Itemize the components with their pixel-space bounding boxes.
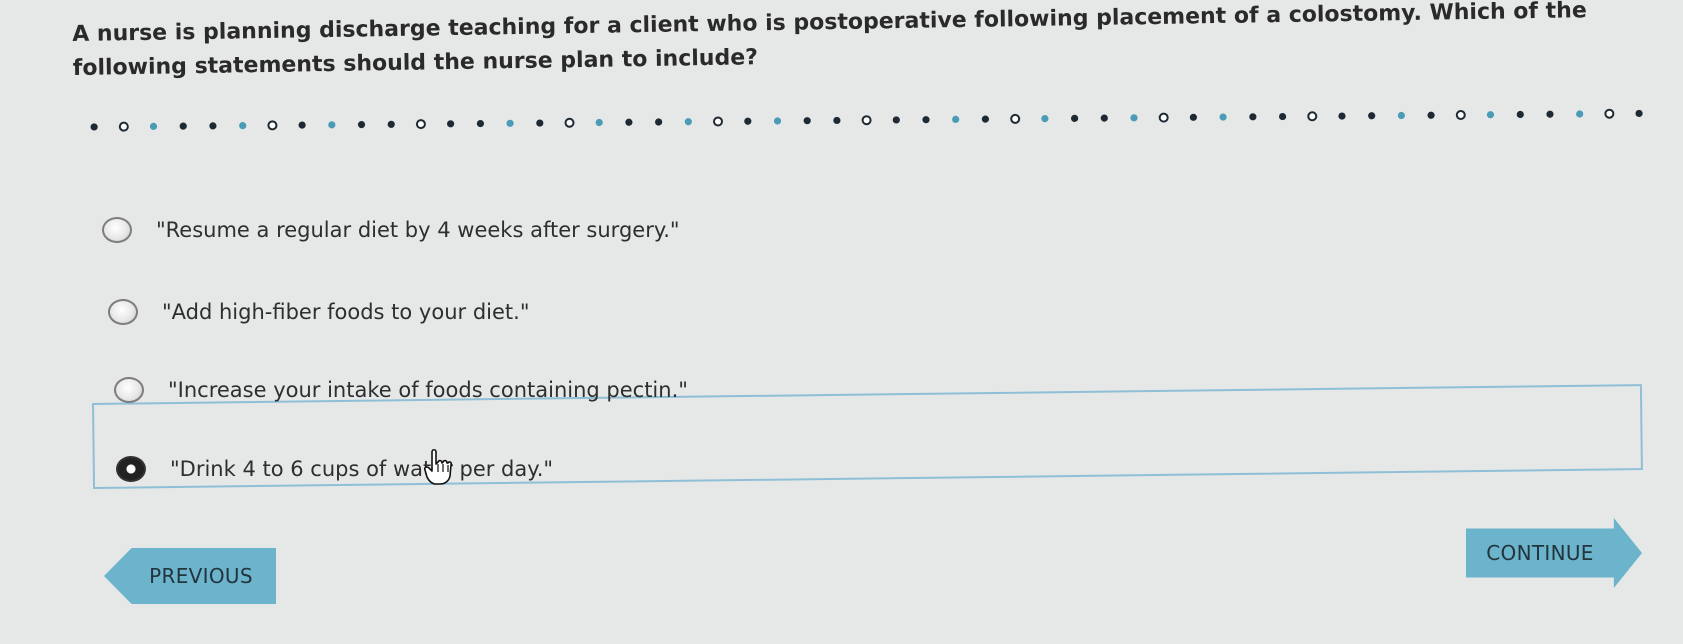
- separator-dot: [952, 115, 960, 124]
- separator-dot: [1010, 113, 1021, 124]
- separator-dot: [118, 121, 129, 132]
- separator-dot: [1397, 111, 1405, 120]
- separator-dot: [744, 117, 752, 125]
- option-4-label: "Drink 4 to 6 cups of water per day.": [170, 457, 554, 481]
- separator-dot: [328, 121, 336, 129]
- separator-dot: [564, 117, 575, 128]
- dotted-separator: [90, 108, 1643, 132]
- separator-dot: [1070, 114, 1079, 122]
- separator-dot: [357, 120, 366, 129]
- radio-option-3[interactable]: [114, 377, 144, 403]
- separator-dot: [625, 118, 633, 126]
- separator-dot: [239, 122, 247, 130]
- separator-dot: [387, 120, 395, 128]
- separator-dot: [1278, 112, 1287, 121]
- option-3-label: "Increase your intake of foods containin…: [168, 378, 688, 402]
- separator-dot: [981, 115, 989, 123]
- separator-dot: [1546, 110, 1554, 118]
- separator-dot: [684, 118, 692, 126]
- separator-dot: [803, 117, 811, 125]
- separator-dot: [595, 118, 603, 127]
- radio-option-1[interactable]: [102, 217, 132, 243]
- separator-dot: [773, 117, 782, 125]
- option-1[interactable]: "Resume a regular diet by 4 weeks after …: [102, 217, 680, 243]
- separator-dot: [833, 116, 841, 125]
- separator-dot: [1427, 111, 1435, 119]
- hand-pointer-icon: [424, 448, 452, 485]
- separator-dot: [1249, 113, 1257, 121]
- radio-option-2[interactable]: [108, 299, 138, 325]
- option-2[interactable]: "Add high-fiber foods to your diet.": [108, 299, 529, 325]
- separator-dot: [476, 119, 485, 128]
- separator-dot: [298, 121, 306, 129]
- option-1-label: "Resume a regular diet by 4 weeks after …: [156, 218, 680, 242]
- separator-dot: [861, 115, 872, 126]
- separator-dot: [1635, 109, 1643, 118]
- separator-dot: [536, 119, 544, 127]
- option-4[interactable]: "Drink 4 to 6 cups of water per day.": [116, 456, 553, 482]
- continue-button[interactable]: CONTINUE: [1466, 518, 1642, 588]
- separator-dot: [713, 116, 724, 127]
- separator-dot: [922, 116, 930, 124]
- separator-dot: [415, 119, 426, 130]
- separator-dot: [1455, 110, 1466, 121]
- separator-dot: [1486, 111, 1495, 119]
- separator-dot: [1219, 113, 1227, 121]
- separator-dot: [655, 118, 663, 126]
- option-2-label: "Add high-fiber foods to your diet.": [162, 300, 530, 324]
- separator-dot: [1189, 113, 1197, 121]
- separator-dot: [1338, 112, 1346, 120]
- radio-option-4[interactable]: [116, 456, 146, 482]
- separator-dot: [1158, 112, 1169, 123]
- previous-button[interactable]: PREVIOUS: [104, 548, 276, 604]
- separator-dot: [267, 120, 278, 131]
- separator-dot: [1130, 114, 1138, 122]
- separator-dot: [1516, 110, 1524, 119]
- separator-dot: [90, 123, 98, 131]
- separator-dot: [1041, 115, 1049, 123]
- separator-dot: [179, 122, 187, 130]
- separator-dot: [1368, 112, 1376, 120]
- separator-dot: [1100, 114, 1108, 122]
- option-3[interactable]: "Increase your intake of foods containin…: [114, 377, 688, 403]
- question-text: A nurse is planning discharge teaching f…: [72, 0, 1587, 81]
- separator-dot: [209, 122, 217, 130]
- separator-dot: [1576, 110, 1584, 118]
- separator-dot: [149, 122, 158, 131]
- separator-dot: [1604, 108, 1615, 119]
- separator-dot: [447, 120, 455, 128]
- separator-dot: [1307, 111, 1318, 122]
- separator-dot: [892, 116, 900, 124]
- separator-dot: [506, 119, 514, 127]
